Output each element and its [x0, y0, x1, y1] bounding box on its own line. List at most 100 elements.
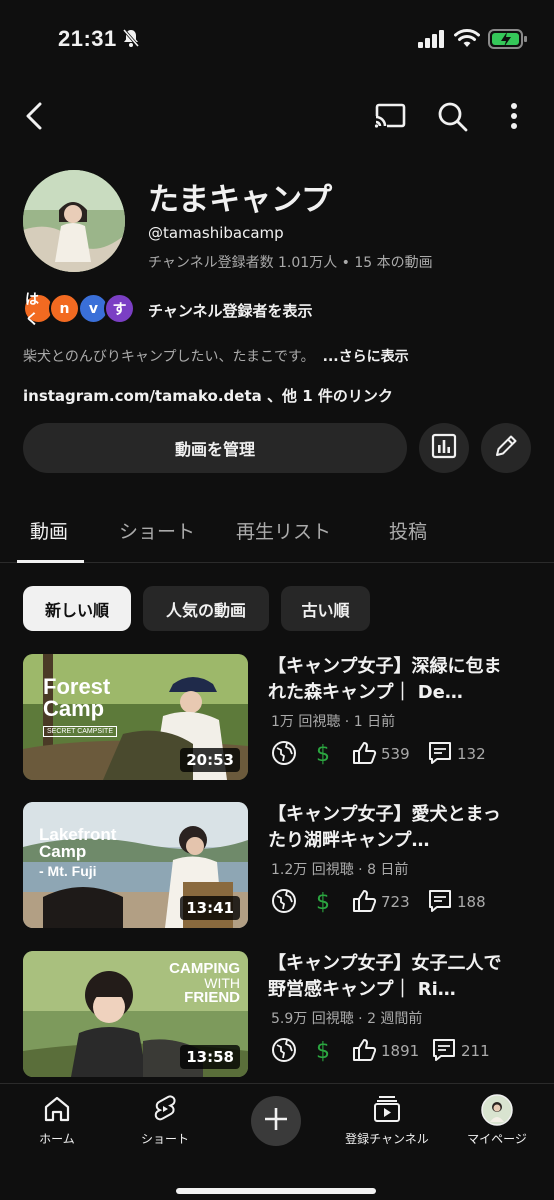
channel-tabs: 動画 ショート 再生リスト 投稿 [0, 505, 554, 563]
channel-avatar[interactable] [23, 170, 125, 272]
analytics-icon [431, 433, 457, 463]
video-thumbnail[interactable]: CAMPING WITH FRIEND 13:58 [23, 951, 248, 1077]
thumbnail-title-line: FRIEND [184, 989, 240, 1006]
channel-links[interactable]: instagram.com/tamako.deta 、他 1 件のリンク [23, 385, 393, 406]
profile-avatar-icon [481, 1094, 513, 1130]
thumbnail-title: CAMPING WITH FRIEND [169, 961, 240, 1005]
cast-icon[interactable] [372, 98, 408, 134]
comment-count: 132 [457, 745, 486, 763]
search-icon[interactable] [434, 98, 470, 134]
thumbnail-title-line: WITH [204, 975, 240, 991]
channel-actions: 動画を管理 [23, 423, 533, 473]
like-count: 1891 [381, 1042, 420, 1060]
status-time: 21:31 [58, 26, 117, 51]
edit-channel-button[interactable] [481, 423, 531, 473]
video-item[interactable]: CAMPING WITH FRIEND 13:58 【キャンプ女子】女子二人で野… [23, 951, 533, 1079]
svg-text:$: $ [316, 1039, 330, 1063]
more-vert-icon[interactable] [496, 98, 532, 134]
globe-icon [271, 888, 297, 918]
show-more-link[interactable]: ...さらに表示 [323, 349, 409, 365]
tab-posts[interactable]: 投稿 [389, 517, 427, 544]
monetization-icon: $ [313, 888, 335, 918]
nav-subscriptions[interactable]: 登録チャンネル [337, 1094, 437, 1154]
bell-slash-icon [122, 28, 140, 52]
channel-stats: チャンネル登録者数 1.01万人 • 15 本の動画 [148, 255, 433, 271]
description-text: 柴犬とのんびりキャンプしたい、たまこです。 [23, 349, 315, 365]
analytics-button[interactable] [419, 423, 469, 473]
video-meta: 1万 回視聴 · 1 日前 [271, 714, 396, 730]
back-icon[interactable] [18, 98, 54, 134]
tab-videos[interactable]: 動画 [30, 517, 68, 544]
thumbnail-title-line: Camp [39, 842, 87, 861]
wifi-icon [454, 29, 480, 53]
video-stats: $ 1891 211 [271, 1037, 533, 1067]
like-count: 723 [381, 893, 410, 911]
plus-icon [263, 1106, 289, 1136]
nav-home-label: ホーム [39, 1132, 75, 1146]
comment-count: 188 [457, 893, 486, 911]
channel-description[interactable]: 柴犬とのんびりキャンプしたい、たまこです。 ...さらに表示 [23, 346, 409, 366]
svg-text:$: $ [316, 890, 330, 914]
globe-icon [271, 1037, 297, 1067]
tab-shorts[interactable]: ショート [119, 517, 195, 544]
svg-text:$: $ [316, 742, 330, 766]
like-icon [351, 1037, 377, 1067]
status-bar: 21:31 [0, 0, 554, 84]
video-duration: 13:41 [180, 896, 240, 920]
manage-videos-button[interactable]: 動画を管理 [23, 423, 407, 473]
app-bar [0, 88, 554, 144]
video-item[interactable]: Lakefront Camp - Mt. Fuji 13:41 【キャンプ女子】… [23, 802, 533, 930]
comment-count: 211 [461, 1042, 490, 1060]
active-tab-indicator [17, 560, 84, 563]
comment-icon [427, 740, 453, 770]
subscriber-avatar: す [104, 293, 135, 324]
monetization-icon: $ [313, 740, 335, 770]
monetization-icon: $ [313, 1037, 335, 1067]
filter-newest[interactable]: 新しい順 [23, 586, 131, 631]
view-subscribers-label: チャンネル登録者を表示 [148, 302, 313, 320]
video-thumbnail[interactable]: Lakefront Camp - Mt. Fuji 13:41 [23, 802, 248, 928]
video-title[interactable]: 【キャンプ女子】愛犬とまったり湖畔キャンプ… [268, 802, 518, 854]
home-icon [42, 1094, 72, 1128]
like-icon [351, 888, 377, 918]
thumbnail-subtitle: SECRET CAMPSITE [43, 726, 117, 737]
subscriber-avatar: n [49, 293, 80, 324]
video-title[interactable]: 【キャンプ女子】女子二人で野営感キャンプ｜ Ri… [268, 951, 518, 1003]
video-stats: $ 539 132 [271, 740, 533, 770]
thumbnail-title: Lakefront Camp [39, 826, 116, 860]
channel-handle: @tamashibacamp [148, 224, 284, 242]
video-duration: 20:53 [180, 748, 240, 772]
nav-you-label: マイページ [467, 1132, 527, 1146]
thumbnail-subtitle: - Mt. Fuji [39, 863, 97, 879]
thumbnail-title-line: CAMPING [169, 960, 240, 977]
globe-icon [271, 740, 297, 770]
home-indicator [176, 1188, 376, 1194]
pencil-icon [493, 433, 519, 463]
like-count: 539 [381, 745, 410, 763]
subscriptions-icon [372, 1094, 402, 1128]
video-thumbnail[interactable]: Forest Camp SECRET CAMPSITE 20:53 [23, 654, 248, 780]
video-stats: $ 723 188 [271, 888, 533, 918]
nav-shorts-label: ショート [140, 1132, 189, 1146]
video-meta: 1.2万 回視聴 · 8 日前 [271, 862, 409, 878]
nav-shorts[interactable]: ショート [115, 1094, 215, 1154]
comment-icon [427, 888, 453, 918]
filter-popular[interactable]: 人気の動画 [143, 586, 269, 631]
battery-charging-icon [488, 28, 528, 54]
nav-you[interactable]: マイページ [447, 1094, 547, 1154]
nav-home[interactable]: ホーム [7, 1094, 107, 1154]
video-duration: 13:58 [180, 1045, 240, 1069]
video-item[interactable]: Forest Camp SECRET CAMPSITE 20:53 【キャンプ女… [23, 654, 533, 782]
video-title[interactable]: 【キャンプ女子】深緑に包まれた森キャンプ｜ De… [268, 654, 518, 706]
tab-playlists[interactable]: 再生リスト [236, 517, 331, 544]
create-button[interactable] [251, 1096, 301, 1146]
view-subscribers-row[interactable]: はく n v す チャンネル登録者を表示 [23, 292, 533, 328]
channel-name: たまキャンプ [148, 182, 333, 218]
channel-header: たまキャンプ @tamashibacamp チャンネル登録者数 1.01万人 •… [23, 170, 533, 280]
thumbnail-title-line: Camp [43, 696, 105, 721]
filter-oldest[interactable]: 古い順 [281, 586, 370, 631]
comment-icon [431, 1037, 457, 1067]
shorts-icon [150, 1094, 180, 1128]
thumbnail-title-line: Forest [43, 674, 111, 699]
nav-subscriptions-label: 登録チャンネル [345, 1132, 429, 1146]
